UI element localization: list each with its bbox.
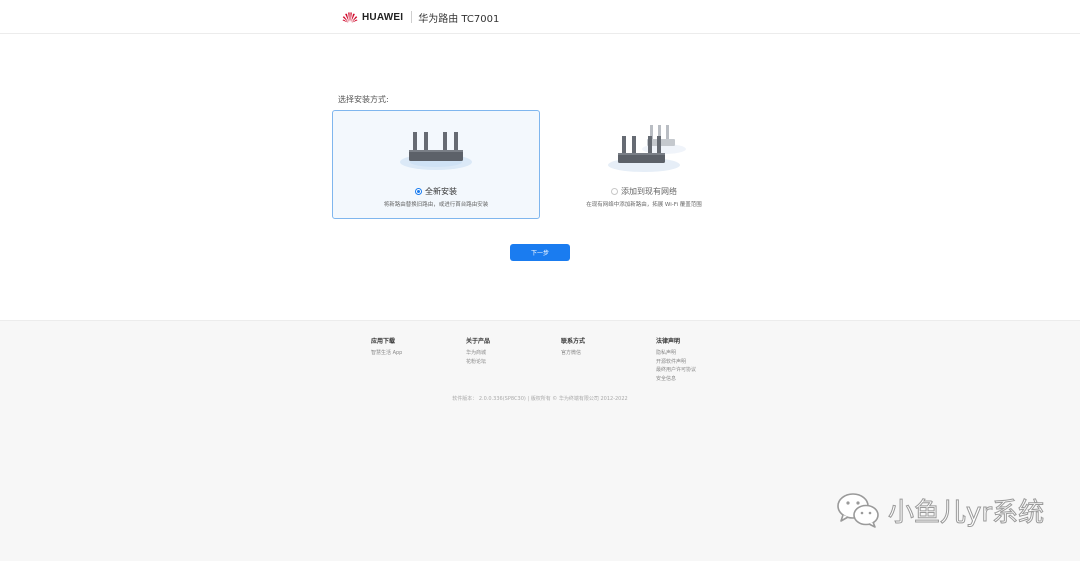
option-row-add-to-network[interactable]: 添加到现有网络 bbox=[541, 186, 747, 197]
footer-link-eula[interactable]: 最终用户许可协议 bbox=[656, 366, 696, 375]
footer-link-privacy[interactable]: 隐私声明 bbox=[656, 349, 696, 358]
watermark-text: 小鱼儿yr系统 bbox=[887, 497, 1045, 528]
footer-col-title: 法律声明 bbox=[656, 338, 681, 345]
option-row-new-install[interactable]: 全新安装 bbox=[333, 186, 539, 197]
top-header: HUAWEI 华为路由 TC7001 bbox=[0, 0, 1080, 34]
copyright-text: 软件版本： 2.0.0.336(SP8C30) | 版权所有 © 华为终端有限公… bbox=[452, 396, 628, 402]
wechat-icon bbox=[837, 493, 879, 528]
brand: HUAWEI 华为路由 TC7001 bbox=[342, 9, 499, 25]
option-desc-new-install: 将新路由替换旧路由，或进行首台路由安装 bbox=[383, 202, 489, 208]
option-card-new-install[interactable]: 全新安装 将新路由替换旧路由，或进行首台路由安装 bbox=[332, 110, 540, 219]
huawei-logo-icon bbox=[342, 12, 358, 23]
radio-new-install[interactable] bbox=[415, 188, 422, 195]
brand-name: HUAWEI bbox=[362, 11, 404, 23]
option-label-add-to-network: 添加到现有网络 bbox=[621, 187, 677, 196]
next-step-button[interactable]: 下一步 bbox=[510, 244, 570, 261]
footer-col-title: 关于产品 bbox=[466, 338, 491, 345]
footer-link-vmall[interactable]: 华为商城 bbox=[466, 349, 490, 358]
footer-col-contact: 联系方式 官方微信 bbox=[561, 336, 585, 358]
radio-add-to-network[interactable] bbox=[611, 188, 618, 195]
product-title: 华为路由 TC7001 bbox=[418, 13, 500, 25]
brand-divider bbox=[411, 11, 413, 23]
watermark: 小鱼儿yr系统 bbox=[834, 490, 1045, 530]
footer-link-smart-life-app[interactable]: 智慧生活 App bbox=[371, 349, 402, 358]
mesh-router-icon bbox=[608, 125, 686, 172]
footer-col-about-product: 关于产品 华为商城 花粉论坛 bbox=[466, 336, 490, 366]
footer-link-wechat[interactable]: 官方微信 bbox=[561, 349, 585, 358]
footer-col-app-download: 应用下载 智慧生活 App bbox=[371, 336, 402, 358]
option-desc-add-to-network: 在现有网络中添加新路由，拓展 Wi-Fi 覆盖范围 bbox=[586, 202, 702, 208]
option-label-new-install: 全新安装 bbox=[425, 187, 457, 196]
option-card-add-to-network[interactable]: 添加到现有网络 在现有网络中添加新路由，拓展 Wi-Fi 覆盖范围 bbox=[540, 110, 748, 219]
footer-link-open-source[interactable]: 开源软件声明 bbox=[656, 358, 696, 367]
footer-col-legal: 法律声明 隐私声明 开源软件声明 最终用户许可协议 安全信息 bbox=[656, 336, 696, 383]
footer-col-title: 应用下载 bbox=[371, 338, 396, 345]
footer-link-forum[interactable]: 花粉论坛 bbox=[466, 358, 490, 367]
install-method-prompt: 选择安装方式: bbox=[338, 95, 389, 104]
setup-panel: 选择安装方式: 全新安装 将新路由替换旧路由，或进行首台路由安装 添加到现有网络… bbox=[0, 34, 1080, 320]
single-router-icon bbox=[400, 132, 472, 170]
footer-col-title: 联系方式 bbox=[561, 338, 586, 345]
footer-link-security[interactable]: 安全信息 bbox=[656, 375, 696, 384]
